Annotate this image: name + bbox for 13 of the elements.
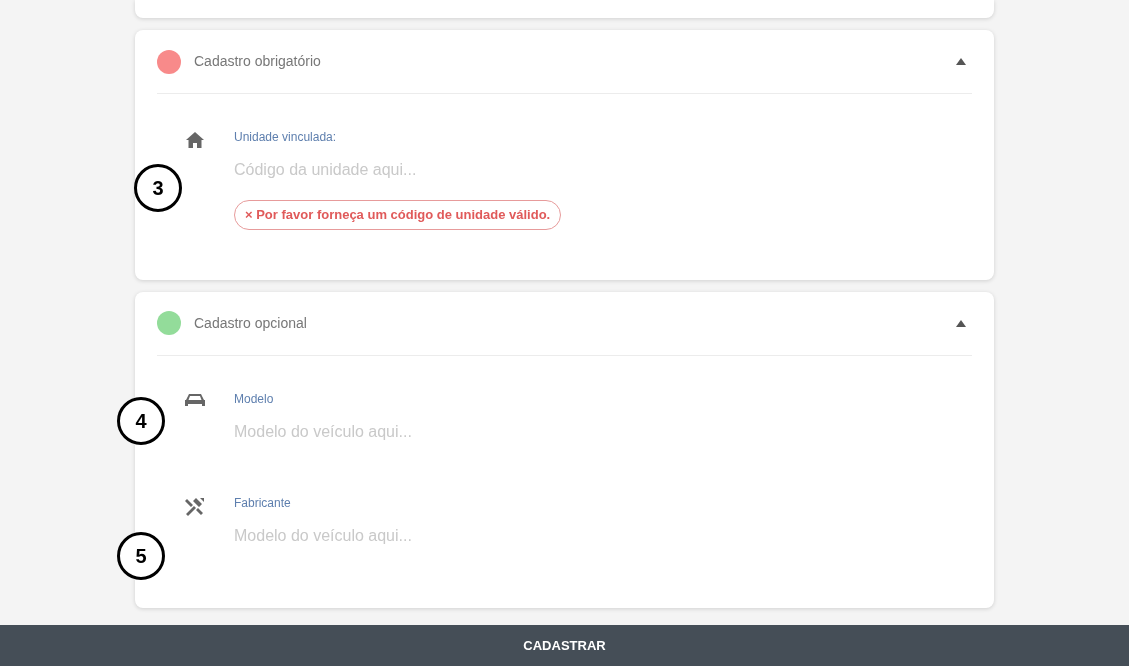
field-label: Unidade vinculada: [234,129,338,146]
section-title: Cadastro obrigatório [194,52,321,71]
tools-icon [184,495,206,516]
collapse-caret-icon[interactable] [956,58,966,65]
annotation-marker: 4 [117,397,165,445]
annotation-marker: 5 [117,532,165,580]
section-title: Cadastro opcional [194,313,307,333]
collapse-caret-icon[interactable] [956,319,966,327]
field-label: Fabricante [234,494,292,512]
house-icon [185,130,205,150]
car-icon [184,391,206,408]
submit-button[interactable]: CADASTRAR [0,625,1129,666]
field-label: Modelo [234,390,275,408]
